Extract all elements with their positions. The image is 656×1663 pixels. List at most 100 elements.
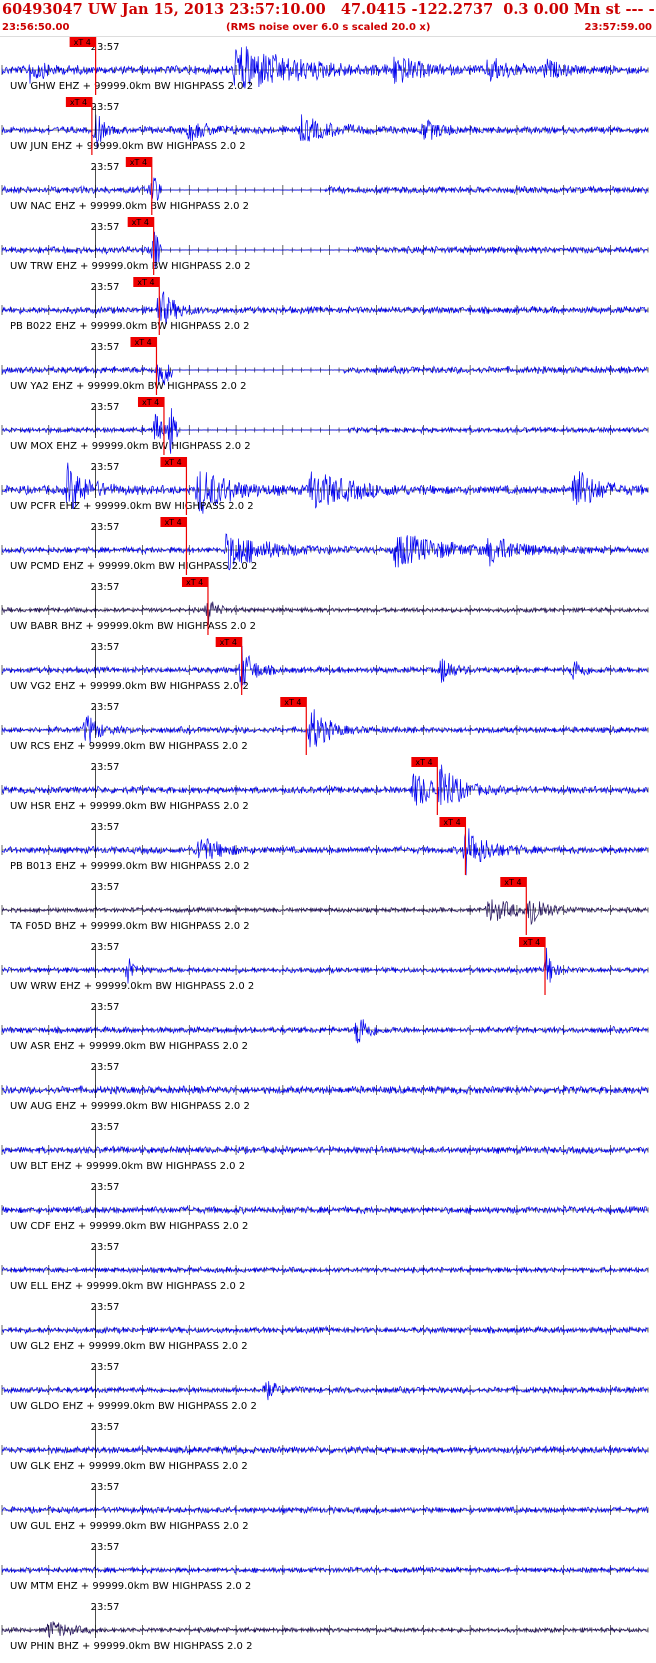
trace-row: UW JUN EHZ + 99999.0km BW HIGHPASS 2.0 2… bbox=[1, 97, 649, 155]
pick-label: xT 4 bbox=[137, 278, 154, 287]
minute-label: 23:57 bbox=[91, 642, 120, 653]
trace-row: UW PCMD EHZ + 99999.0km BW HIGHPASS 2.0 … bbox=[1, 517, 649, 575]
time-start-label: 23:56:50.00 bbox=[2, 22, 70, 33]
minute-label: 23:57 bbox=[91, 1242, 120, 1253]
station-label: UW GUL EHZ + 99999.0km BW HIGHPASS 2.0 2 bbox=[10, 1521, 249, 1532]
pick-label: xT 4 bbox=[130, 158, 147, 167]
minute-label: 23:57 bbox=[91, 1122, 120, 1133]
minute-label: 23:57 bbox=[91, 1422, 120, 1433]
minute-label: 23:57 bbox=[91, 1602, 120, 1613]
seismogram-panel: UW GHW EHZ + 99999.0km BW HIGHPASS 2.0 2… bbox=[0, 36, 656, 1658]
station-label: TA F05D BHZ + 99999.0km BW HIGHPASS 2.0 … bbox=[9, 921, 250, 932]
station-label: UW PHIN BHZ + 99999.0km BW HIGHPASS 2.0 … bbox=[10, 1641, 252, 1652]
seismogram-svg: UW GHW EHZ + 99999.0km BW HIGHPASS 2.0 2… bbox=[1, 37, 649, 1652]
minute-label: 23:57 bbox=[91, 1362, 120, 1373]
minute-label: 23:57 bbox=[91, 882, 120, 893]
trace-row: UW VG2 EHZ + 99999.0km BW HIGHPASS 2.0 2… bbox=[1, 637, 649, 695]
waveform-line bbox=[1, 947, 648, 984]
trace-row: UW AUG EHZ + 99999.0km BW HIGHPASS 2.0 2… bbox=[1, 1062, 649, 1112]
station-label: UW MTM EHZ + 99999.0km BW HIGHPASS 2.0 2 bbox=[10, 1581, 251, 1592]
station-label: PB B022 EHZ + 99999.0km BW HIGHPASS 2.0 … bbox=[10, 321, 250, 332]
pick-label: xT 4 bbox=[504, 878, 521, 887]
station-label: UW TRW EHZ + 99999.0km BW HIGHPASS 2.0 2 bbox=[10, 261, 250, 272]
pick-label: xT 4 bbox=[523, 938, 540, 947]
trace-row: PB B013 EHZ + 99999.0km BW HIGHPASS 2.0 … bbox=[1, 817, 649, 876]
station-label: UW PCMD EHZ + 99999.0km BW HIGHPASS 2.0 … bbox=[10, 561, 257, 572]
station-label: UW AUG EHZ + 99999.0km BW HIGHPASS 2.0 2 bbox=[10, 1101, 250, 1112]
trace-row: UW NAC EHZ + 99999.0km BW HIGHPASS 2.0 2… bbox=[1, 157, 649, 215]
trace-row: UW BLT EHZ + 99999.0km BW HIGHPASS 2.0 2… bbox=[1, 1122, 649, 1172]
trace-row: UW BABR BHZ + 99999.0km BW HIGHPASS 2.0 … bbox=[1, 577, 649, 635]
station-label: UW GHW EHZ + 99999.0km BW HIGHPASS 2.0 2 bbox=[10, 81, 253, 92]
trace-row: UW GLK EHZ + 99999.0km BW HIGHPASS 2.0 2… bbox=[1, 1422, 649, 1472]
trace-row: UW GL2 EHZ + 99999.0km BW HIGHPASS 2.0 2… bbox=[1, 1302, 649, 1352]
minute-label: 23:57 bbox=[91, 282, 120, 293]
trace-row: TA F05D BHZ + 99999.0km BW HIGHPASS 2.0 … bbox=[1, 877, 649, 935]
trace-row: UW ELL EHZ + 99999.0km BW HIGHPASS 2.0 2… bbox=[1, 1242, 649, 1292]
trace-row: UW CDF EHZ + 99999.0km BW HIGHPASS 2.0 2… bbox=[1, 1182, 649, 1232]
pick-label: xT 4 bbox=[142, 398, 159, 407]
trace-row: UW WRW EHZ + 99999.0km BW HIGHPASS 2.0 2… bbox=[1, 937, 649, 995]
minute-label: 23:57 bbox=[91, 582, 120, 593]
station-label: UW GLK EHZ + 99999.0km BW HIGHPASS 2.0 2 bbox=[10, 1461, 248, 1472]
station-label: UW PCFR EHZ + 99999.0km BW HIGHPASS 2.0 … bbox=[10, 501, 254, 512]
station-label: UW NAC EHZ + 99999.0km BW HIGHPASS 2.0 2 bbox=[10, 201, 249, 212]
station-label: UW BLT EHZ + 99999.0km BW HIGHPASS 2.0 2 bbox=[10, 1161, 245, 1172]
trace-row: UW RCS EHZ + 99999.0km BW HIGHPASS 2.0 2… bbox=[1, 697, 649, 755]
station-label: UW RCS EHZ + 99999.0km BW HIGHPASS 2.0 2 bbox=[10, 741, 248, 752]
station-label: UW WRW EHZ + 99999.0km BW HIGHPASS 2.0 2 bbox=[10, 981, 254, 992]
trace-row: UW HSR EHZ + 99999.0km BW HIGHPASS 2.0 2… bbox=[1, 757, 649, 815]
pick-label: xT 4 bbox=[220, 638, 237, 647]
trace-row: UW PHIN BHZ + 99999.0km BW HIGHPASS 2.0 … bbox=[1, 1602, 649, 1652]
station-label: PB B013 EHZ + 99999.0km BW HIGHPASS 2.0 … bbox=[10, 861, 250, 872]
minute-label: 23:57 bbox=[91, 522, 120, 533]
trace-row: PB B022 EHZ + 99999.0km BW HIGHPASS 2.0 … bbox=[1, 277, 649, 335]
station-label: UW VG2 EHZ + 99999.0km BW HIGHPASS 2.0 2 bbox=[10, 681, 249, 692]
pick-label: xT 4 bbox=[164, 458, 181, 467]
station-label: UW ELL EHZ + 99999.0km BW HIGHPASS 2.0 2 bbox=[10, 1281, 245, 1292]
pick-label: xT 4 bbox=[134, 338, 151, 347]
minute-label: 23:57 bbox=[91, 102, 120, 113]
trace-row: UW MOX EHZ + 99999.0km BW HIGHPASS 2.0 2… bbox=[1, 397, 649, 455]
minute-label: 23:57 bbox=[91, 762, 120, 773]
minute-label: 23:57 bbox=[91, 1002, 120, 1013]
time-end-label: 23:57:59.00 bbox=[584, 22, 652, 33]
trace-row: UW GLDO EHZ + 99999.0km BW HIGHPASS 2.0 … bbox=[1, 1362, 649, 1412]
waveform-line bbox=[1, 1084, 648, 1096]
pick-label: xT 4 bbox=[284, 698, 301, 707]
plot-header: 60493047 UW Jan 15, 2013 23:57:10.00 47.… bbox=[0, 0, 656, 37]
trace-row: UW GHW EHZ + 99999.0km BW HIGHPASS 2.0 2… bbox=[1, 37, 649, 95]
pick-label: xT 4 bbox=[186, 578, 203, 587]
minute-label: 23:57 bbox=[91, 1302, 120, 1313]
station-label: UW BABR BHZ + 99999.0km BW HIGHPASS 2.0 … bbox=[10, 621, 256, 632]
minute-label: 23:57 bbox=[91, 702, 120, 713]
waveform-line bbox=[1, 1621, 648, 1639]
trace-row: UW TRW EHZ + 99999.0km BW HIGHPASS 2.0 2… bbox=[1, 217, 649, 275]
trace-row: UW YA2 EHZ + 99999.0km BW HIGHPASS 2.0 2… bbox=[1, 337, 649, 395]
minute-label: 23:57 bbox=[91, 1542, 120, 1553]
minute-label: 23:57 bbox=[91, 162, 120, 173]
station-label: UW CDF EHZ + 99999.0km BW HIGHPASS 2.0 2 bbox=[10, 1221, 248, 1232]
minute-label: 23:57 bbox=[91, 462, 120, 473]
waveform-line bbox=[1, 291, 648, 325]
trace-row: UW GUL EHZ + 99999.0km BW HIGHPASS 2.0 2… bbox=[1, 1482, 649, 1532]
trace-row: UW ASR EHZ + 99999.0km BW HIGHPASS 2.0 2… bbox=[1, 1002, 649, 1052]
minute-label: 23:57 bbox=[91, 1482, 120, 1493]
trace-row: UW PCFR EHZ + 99999.0km BW HIGHPASS 2.0 … bbox=[1, 457, 649, 515]
pick-label: xT 4 bbox=[415, 758, 432, 767]
rms-note: (RMS noise over 6.0 s scaled 20.0 x) bbox=[226, 22, 431, 33]
pick-label: xT 4 bbox=[164, 518, 181, 527]
minute-label: 23:57 bbox=[91, 402, 120, 413]
station-label: UW JUN EHZ + 99999.0km BW HIGHPASS 2.0 2 bbox=[10, 141, 246, 152]
minute-label: 23:57 bbox=[91, 1062, 120, 1073]
station-label: UW HSR EHZ + 99999.0km BW HIGHPASS 2.0 2 bbox=[10, 801, 249, 812]
minute-label: 23:57 bbox=[91, 342, 120, 353]
event-title: 60493047 UW Jan 15, 2013 23:57:10.00 47.… bbox=[2, 1, 654, 18]
station-label: UW ASR EHZ + 99999.0km BW HIGHPASS 2.0 2 bbox=[10, 1041, 248, 1052]
waveform-line bbox=[1, 1381, 648, 1401]
station-label: UW GLDO EHZ + 99999.0km BW HIGHPASS 2.0 … bbox=[10, 1401, 257, 1412]
waveform-line bbox=[1, 1019, 648, 1044]
station-label: UW GL2 EHZ + 99999.0km BW HIGHPASS 2.0 2 bbox=[10, 1341, 248, 1352]
minute-label: 23:57 bbox=[91, 822, 120, 833]
minute-label: 23:57 bbox=[91, 1182, 120, 1193]
